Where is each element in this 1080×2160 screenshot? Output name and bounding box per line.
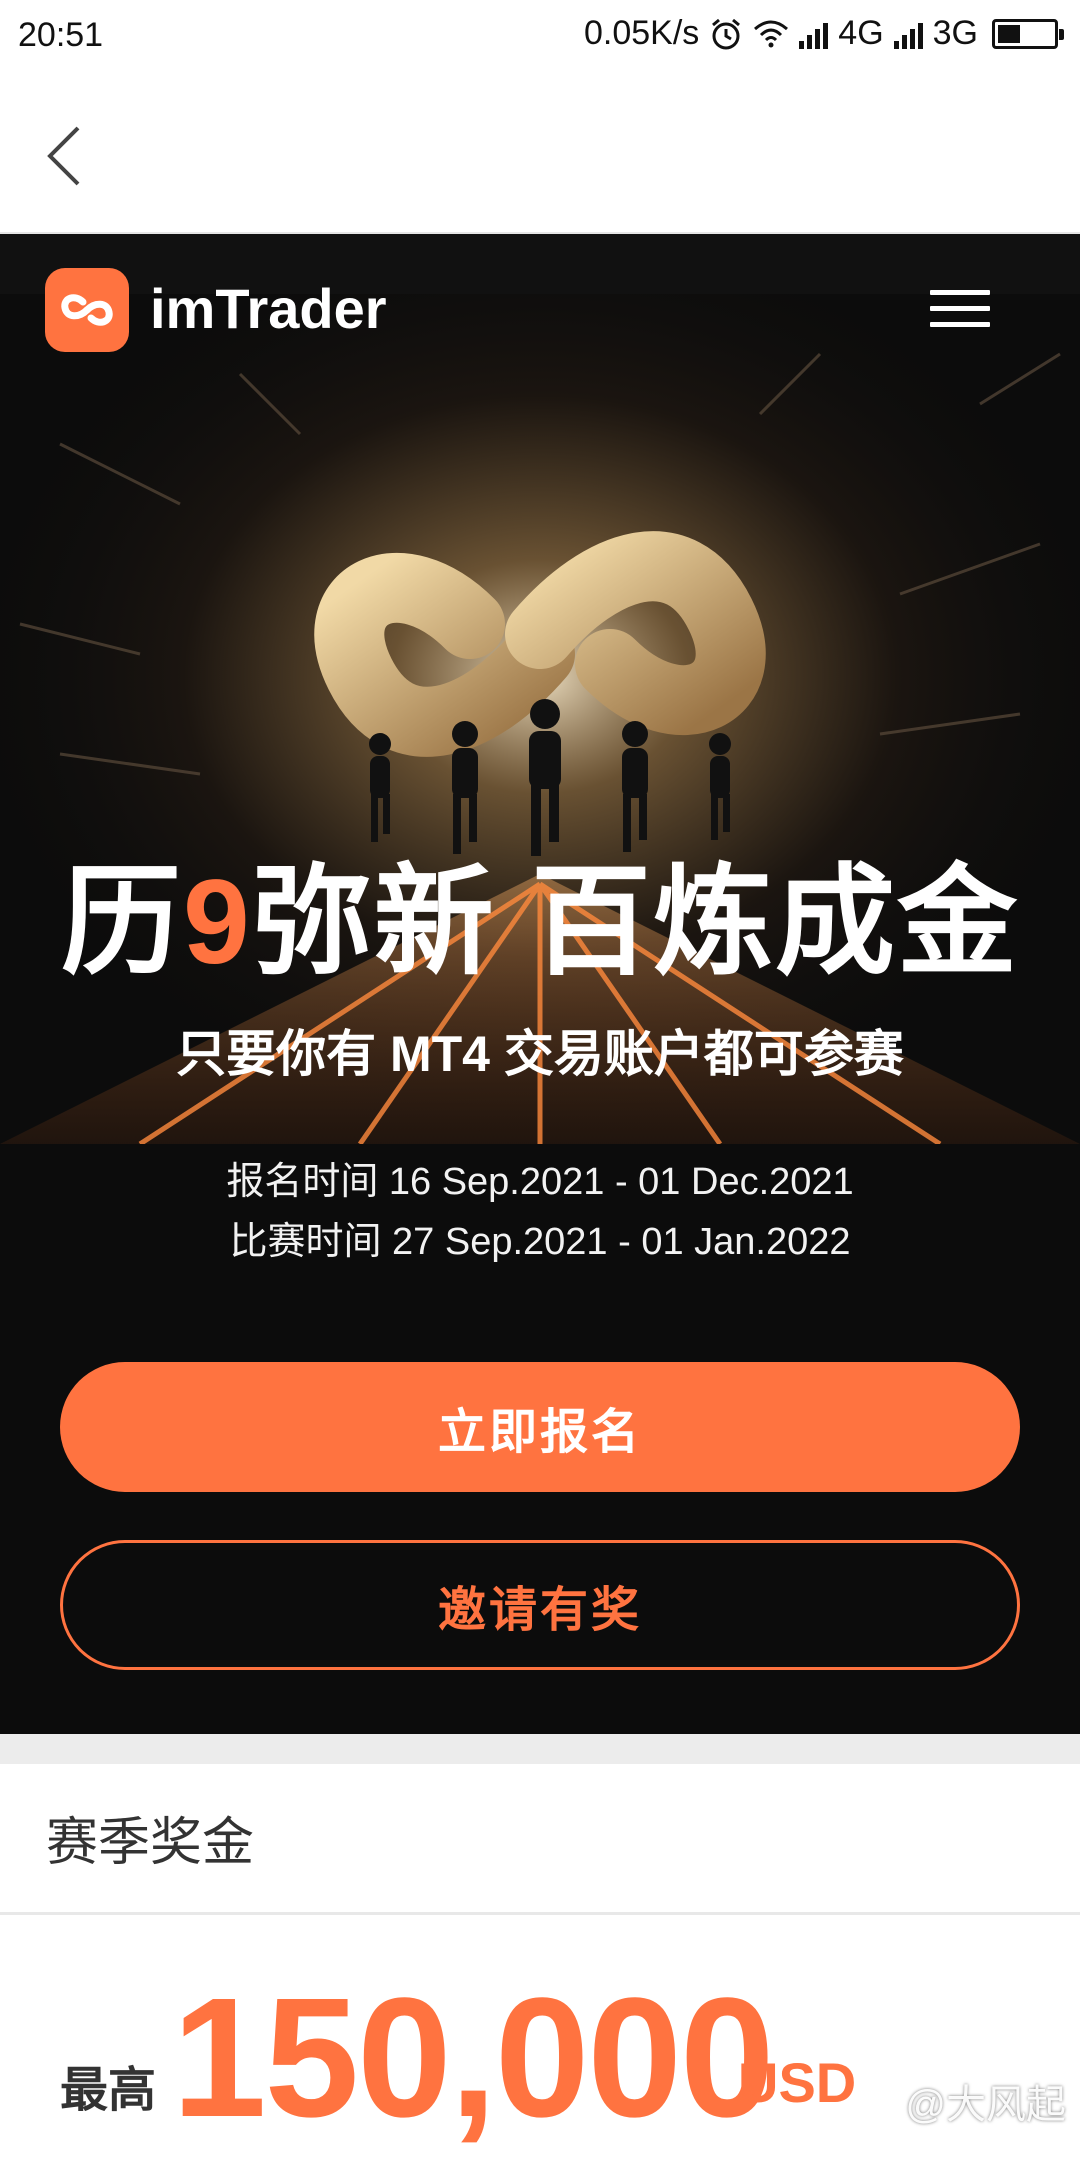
brand-name: imTrader — [150, 277, 387, 340]
watermark: @大风起 — [905, 2083, 1066, 2127]
status-time: 20:51 — [18, 16, 104, 54]
wifi-icon — [754, 20, 789, 47]
signup-button[interactable]: 立即报名 — [60, 1362, 1020, 1492]
match-time: 比赛时间 27 Sep.2021 - 01 Jan.2022 — [229, 1221, 851, 1263]
event-dates: 报名时间 16 Sep.2021 - 01 Dec.2021 比赛时间 27 S… — [0, 1152, 1080, 1272]
subtitle: 只要你有 MT4 交易账户都可参赛 — [176, 1026, 904, 1082]
divider — [0, 1912, 1080, 1915]
signal-icon — [799, 19, 829, 49]
status-bar: 20:51 0.05K/s 4G 3G — [0, 0, 1080, 76]
menu-icon[interactable] — [930, 290, 990, 330]
signup-time: 报名时间 16 Sep.2021 - 01 Dec.2021 — [226, 1161, 854, 1203]
invite-button[interactable]: 邀请有奖 — [60, 1540, 1020, 1670]
battery-icon — [992, 18, 1064, 49]
prize-section-title: 赛季奖金 — [46, 1814, 255, 1872]
back-icon[interactable] — [36, 116, 96, 196]
signal-icon-2 — [893, 19, 923, 49]
prize-label: 最高 — [60, 2064, 157, 2117]
headline-part-b: 弥新 百炼成金 — [251, 855, 1020, 989]
hero-banner: imTrader 历9弥新 百炼成金 只要你有 MT4 交易账户都可参赛 报名时… — [0, 234, 1080, 1734]
network-type-1: 4G — [838, 14, 884, 52]
network-speed: 0.05K/s — [583, 14, 700, 52]
headline: 历9弥新 百炼成金 — [0, 824, 1080, 998]
status-indicators: 0.05K/s 4G 3G — [583, 14, 1064, 53]
headline-part-a: 历 — [60, 855, 183, 989]
alarm-icon — [712, 18, 741, 49]
network-type-2: 3G — [932, 14, 978, 52]
prize-unit: USD — [738, 2051, 857, 2114]
nav-bar — [0, 76, 1080, 234]
logo-icon — [45, 268, 129, 352]
section-gap — [0, 1734, 1080, 1764]
prize-amount: 150,000 — [172, 1963, 775, 2153]
headline-number: 9 — [182, 855, 252, 989]
